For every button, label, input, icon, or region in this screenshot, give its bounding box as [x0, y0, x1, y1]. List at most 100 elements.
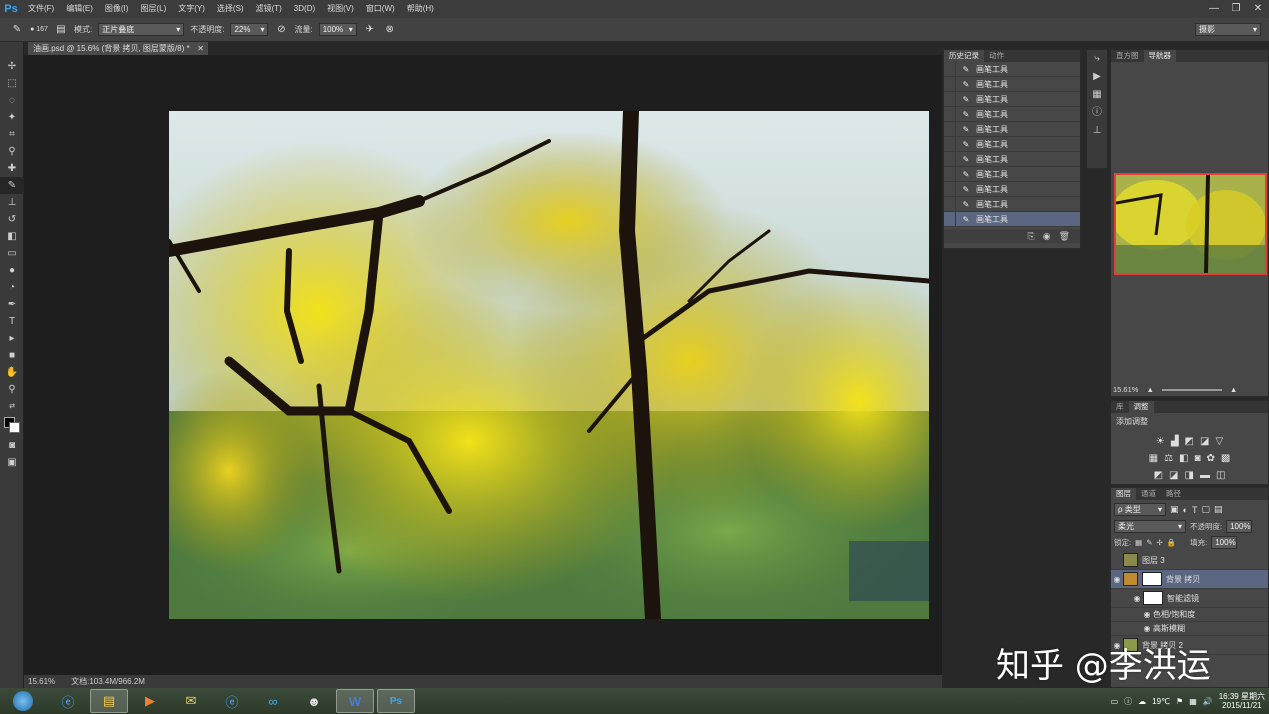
smart-filters-row[interactable]: ◉ 智能滤镜 [1111, 589, 1268, 608]
brush-tool-icon[interactable]: ✎ [10, 23, 24, 37]
menu-select[interactable]: 选择(S) [211, 0, 250, 18]
new-document-from-state-icon[interactable]: ⎘ [1028, 231, 1035, 242]
history-source-checkbox[interactable] [944, 136, 956, 152]
minimize-button[interactable]: — [1203, 0, 1225, 18]
history-source-checkbox[interactable] [944, 76, 956, 92]
filter-type-icon[interactable]: T [1192, 505, 1198, 515]
move-tool-icon[interactable]: ✢ [0, 58, 24, 75]
curves-icon[interactable]: ◩ [1185, 436, 1194, 447]
history-source-checkbox[interactable] [944, 196, 956, 212]
filter-smart-object-icon[interactable]: ▤ [1214, 504, 1223, 515]
network-icon[interactable]: ▦ [1189, 697, 1197, 706]
layer-row[interactable]: 图层 3 [1111, 551, 1268, 570]
chat-app-icon[interactable]: ☻ [295, 689, 333, 713]
posterize-icon[interactable]: ◪ [1169, 470, 1178, 481]
filter-row[interactable]: ◉ 色相/饱和度 [1111, 608, 1268, 622]
fill-input[interactable]: 100% [1211, 536, 1238, 549]
eye-icon[interactable]: ◉ [1111, 575, 1123, 584]
tab-histogram[interactable]: 直方图 [1111, 50, 1144, 62]
browser-icon[interactable]: ⓔ [213, 689, 251, 713]
threshold-icon[interactable]: ◨ [1185, 470, 1194, 481]
menu-type[interactable]: 文字(Y) [172, 0, 211, 18]
pen-tool-icon[interactable]: ✒ [0, 296, 24, 313]
ie-icon[interactable]: ⓔ [49, 689, 87, 713]
menu-edit[interactable]: 编辑(E) [60, 0, 99, 18]
history-source-checkbox[interactable] [944, 166, 956, 182]
opacity-input[interactable]: 22% ▾ [230, 23, 269, 36]
pressure-opacity-icon[interactable]: ⊘ [274, 23, 288, 37]
word-icon[interactable]: W [336, 689, 374, 713]
mail-icon[interactable]: ✉ [172, 689, 210, 713]
blend-mode-select[interactable]: 柔光 ▾ [1114, 520, 1186, 533]
restore-button[interactable]: ❐ [1225, 0, 1247, 18]
magic-wand-tool-icon[interactable]: ✦ [0, 109, 24, 126]
menu-view[interactable]: 视图(V) [321, 0, 360, 18]
layer-comps-icon[interactable]: ▦ [1087, 86, 1107, 104]
shape-tool-icon[interactable]: ■ [0, 347, 24, 364]
type-tool-icon[interactable]: T [0, 313, 24, 330]
zoom-out-icon[interactable]: ▲ [1146, 384, 1153, 396]
menu-help[interactable]: 帮助(H) [401, 0, 440, 18]
media-player-icon[interactable]: ▶ [131, 689, 169, 713]
tab-actions[interactable]: 动作 [984, 50, 1009, 62]
hue-saturation-icon[interactable]: ▦ [1149, 453, 1158, 464]
brush-panel-icon[interactable]: ▤ [54, 23, 68, 37]
eraser-tool-icon[interactable]: ◧ [0, 228, 24, 245]
blur-tool-icon[interactable]: ● [0, 262, 24, 279]
gradient-tool-icon[interactable]: ▭ [0, 245, 24, 262]
tab-layers[interactable]: 图层 [1111, 488, 1136, 500]
navigator-thumbnail[interactable] [1114, 173, 1267, 275]
dodge-tool-icon[interactable]: ◔ [0, 279, 24, 296]
navigator-zoom[interactable]: 15.61% [1113, 384, 1138, 396]
screen-mode-icon[interactable]: ▣ [0, 454, 24, 471]
color-swatches[interactable] [0, 415, 23, 437]
marquee-tool-icon[interactable]: ⬚ [0, 75, 24, 92]
history-item[interactable]: ✎ 画笔工具 [944, 136, 1080, 152]
airbrush-icon[interactable]: ✈ [363, 23, 377, 37]
filter-pixel-icon[interactable]: ▣ [1170, 504, 1179, 515]
eye-icon[interactable]: ◉ [1131, 594, 1143, 603]
brush-tool-icon[interactable]: ✎ [0, 177, 24, 194]
explorer-icon[interactable]: ▤ [90, 689, 128, 713]
history-source-checkbox[interactable] [944, 151, 956, 167]
eye-icon[interactable]: ◉ [1141, 610, 1153, 619]
document-size[interactable]: 文档:103.4M/966.2M [71, 675, 145, 688]
history-item[interactable]: ✎ 画笔工具 [944, 196, 1080, 212]
background-color[interactable] [9, 422, 20, 433]
start-button-icon[interactable] [0, 689, 46, 713]
menu-filter[interactable]: 滤镜(T) [250, 0, 288, 18]
eye-icon[interactable]: ◉ [1141, 624, 1153, 633]
zoom-slider[interactable] [1161, 389, 1222, 391]
vibrance-icon[interactable]: ▽ [1215, 436, 1223, 447]
color-balance-icon[interactable]: ⚖ [1164, 453, 1173, 464]
tab-adjustments[interactable]: 调整 [1128, 401, 1154, 413]
tab-libraries[interactable]: 库 [1111, 401, 1129, 413]
tab-navigator[interactable]: 导航器 [1143, 50, 1176, 62]
lock-all-icon[interactable]: 🔒 [1167, 538, 1176, 547]
clone-source-icon[interactable]: ⊥ [1087, 122, 1107, 140]
layer-filter-select[interactable]: ρ 类型 ▾ [1114, 503, 1166, 516]
quick-mask-icon[interactable]: ◙ [0, 437, 24, 454]
history-brush-tool-icon[interactable]: ↺ [0, 211, 24, 228]
history-source-checkbox[interactable] [944, 121, 956, 137]
history-source-checkbox[interactable] [944, 181, 956, 197]
menu-3d[interactable]: 3D(D) [288, 0, 321, 18]
swap-colors-icon[interactable]: ⇄ [0, 398, 24, 415]
brush-preset-icon[interactable]: ● 167 [30, 23, 48, 37]
trash-icon[interactable]: 🗑 [1059, 231, 1070, 242]
hand-tool-icon[interactable]: ✋ [0, 364, 24, 381]
selective-color-icon[interactable]: ◫ [1216, 470, 1225, 481]
flag-icon[interactable]: ⚑ [1176, 697, 1183, 706]
lock-transparent-icon[interactable]: ▦ [1135, 538, 1142, 547]
close-button[interactable]: ✕ [1247, 0, 1269, 18]
invert-icon[interactable]: ◩ [1154, 470, 1163, 481]
color-lookup-icon[interactable]: ▩ [1221, 453, 1230, 464]
menu-window[interactable]: 窗口(W) [360, 0, 401, 18]
history-item[interactable]: ✎ 画笔工具 [944, 106, 1080, 122]
help-icon[interactable]: ⓘ [1124, 696, 1132, 707]
history-item[interactable]: ✎ 画笔工具 [944, 151, 1080, 167]
history-panel-icon[interactable]: ⤷ [1087, 50, 1107, 68]
weather-temperature[interactable]: 19℃ [1152, 697, 1170, 706]
photo-filter-icon[interactable]: ◙ [1194, 453, 1200, 464]
keyboard-icon[interactable]: ▭ [1111, 697, 1119, 706]
